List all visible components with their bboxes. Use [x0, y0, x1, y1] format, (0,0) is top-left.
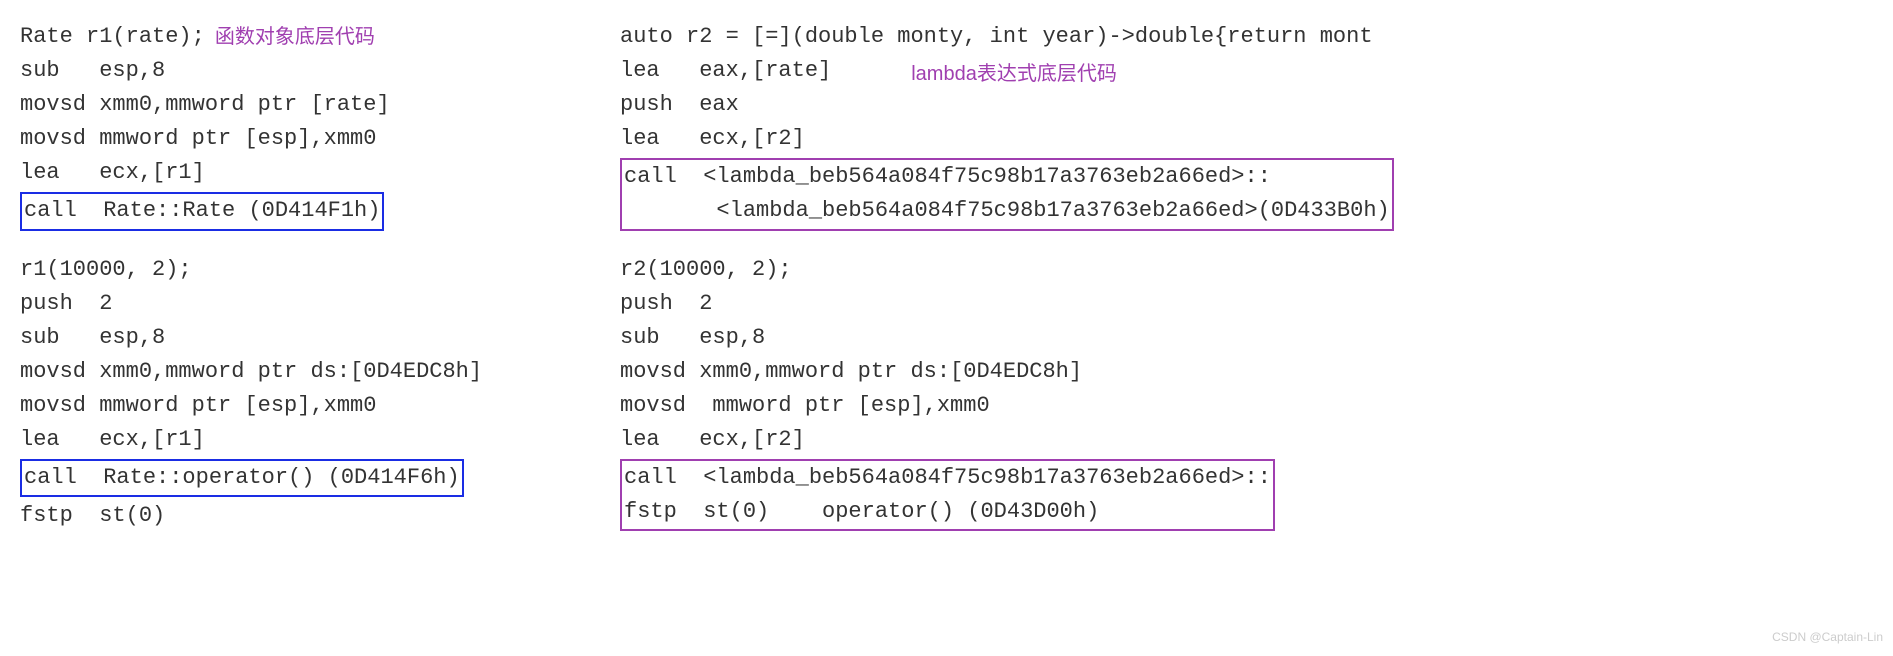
asm-line: push 2	[20, 287, 560, 321]
left-block2: r1(10000, 2); push 2 sub esp,8 movsd xmm…	[20, 253, 560, 534]
left-call-op: call Rate::operator() (0D414F6h)	[24, 461, 460, 495]
functor-column: Rate r1(rate); 函数对象底层代码 sub esp,8 movsd …	[20, 20, 560, 553]
asm-line: lea ecx,[r1]	[20, 156, 560, 190]
asm-line: lea ecx,[r1]	[20, 423, 560, 457]
asm-line: lea eax,[rate]	[620, 54, 831, 88]
right-call-op2: fstp st(0) operator() (0D43D00h)	[624, 495, 1271, 529]
left-call-op-box: call Rate::operator() (0D414F6h)	[20, 459, 464, 497]
asm-line: sub esp,8	[20, 54, 560, 88]
asm-line: lea ecx,[r2]	[620, 423, 1893, 457]
asm-line: movsd mmword ptr [esp],xmm0	[20, 389, 560, 423]
two-column-comparison: Rate r1(rate); 函数对象底层代码 sub esp,8 movsd …	[20, 20, 1873, 553]
asm-line: lea ecx,[r2]	[620, 122, 831, 156]
asm-line: movsd xmm0,mmword ptr [rate]	[20, 88, 560, 122]
right-call-op-box: call <lambda_beb564a084f75c98b17a3763eb2…	[620, 459, 1275, 531]
asm-line: sub esp,8	[20, 321, 560, 355]
asm-line: fstp st(0)	[20, 499, 560, 533]
left-block1: Rate r1(rate); 函数对象底层代码 sub esp,8 movsd …	[20, 20, 560, 233]
right-annotation: lambda表达式底层代码	[911, 57, 1117, 86]
watermark: CSDN @Captain-Lin	[1772, 630, 1883, 644]
right-call-ctor2: <lambda_beb564a084f75c98b17a3763eb2a66ed…	[624, 194, 1390, 228]
asm-line: movsd mmword ptr [esp],xmm0	[20, 122, 560, 156]
lambda-column: auto r2 = [=](double monty, int year)->d…	[620, 20, 1893, 553]
right-decl: auto r2 = [=](double monty, int year)->d…	[620, 20, 1893, 54]
right-invoke: r2(10000, 2);	[620, 253, 1893, 287]
left-call-ctor-box: call Rate::Rate (0D414F1h)	[20, 192, 384, 230]
left-decl: Rate r1(rate);	[20, 20, 205, 54]
right-call-ctor1: call <lambda_beb564a084f75c98b17a3763eb2…	[624, 160, 1390, 194]
asm-line: sub esp,8	[620, 321, 1893, 355]
asm-line: movsd xmm0,mmword ptr ds:[0D4EDC8h]	[20, 355, 560, 389]
left-annotation: 函数对象底层代码	[215, 20, 375, 49]
left-call-ctor: call Rate::Rate (0D414F1h)	[24, 194, 380, 228]
right-block2: r2(10000, 2); push 2 sub esp,8 movsd xmm…	[620, 253, 1893, 534]
asm-line: movsd mmword ptr [esp],xmm0	[620, 389, 1893, 423]
asm-line: push 2	[620, 287, 1893, 321]
right-block1: auto r2 = [=](double monty, int year)->d…	[620, 20, 1893, 233]
right-call-op1: call <lambda_beb564a084f75c98b17a3763eb2…	[624, 461, 1271, 495]
asm-line: movsd xmm0,mmword ptr ds:[0D4EDC8h]	[620, 355, 1893, 389]
right-call-ctor-box: call <lambda_beb564a084f75c98b17a3763eb2…	[620, 158, 1394, 230]
asm-line: push eax	[620, 88, 831, 122]
left-invoke: r1(10000, 2);	[20, 253, 560, 287]
